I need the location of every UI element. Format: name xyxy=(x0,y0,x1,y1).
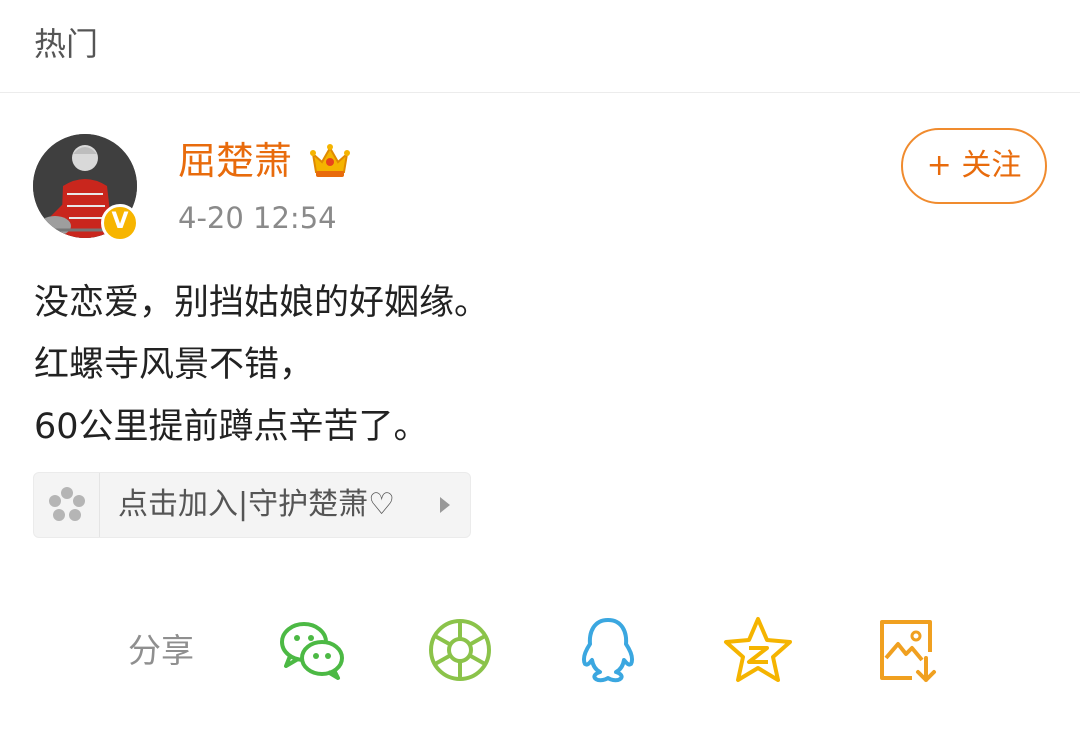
share-label: 分享 xyxy=(128,631,194,670)
post-line: 60公里提前蹲点辛苦了。 xyxy=(34,407,429,447)
qq-icon[interactable] xyxy=(572,614,644,686)
post-line: 红螺寺风景不错， xyxy=(34,345,315,385)
page-title: 热门 xyxy=(34,25,99,63)
crown-icon xyxy=(308,140,352,180)
wechat-moments-icon[interactable] xyxy=(424,614,496,686)
share-row: 分享 xyxy=(0,614,1080,694)
post-timestamp: 4-20 12:54 xyxy=(178,201,337,235)
top-bar: 热门 xyxy=(0,0,1080,93)
chevron-right-icon xyxy=(440,497,450,513)
author-name[interactable]: 屈楚萧 xyxy=(178,138,292,184)
qzone-icon[interactable] xyxy=(722,614,794,686)
post-body: 没恋爱，别挡姑娘的好姻缘。 红螺寺风景不错， 60公里提前蹲点辛苦了。 xyxy=(34,272,1044,458)
chaohua-icon xyxy=(34,473,100,537)
save-image-icon[interactable] xyxy=(872,614,944,686)
superchat-link[interactable]: 点击加入|守护楚萧♡ xyxy=(33,472,471,538)
verified-badge-icon: V xyxy=(101,204,139,242)
wechat-icon[interactable] xyxy=(276,614,348,686)
post-line: 没恋爱，别挡姑娘的好姻缘。 xyxy=(34,283,490,323)
superchat-label: 点击加入|守护楚萧♡ xyxy=(118,487,396,522)
follow-button[interactable]: + 关注 xyxy=(901,128,1047,204)
